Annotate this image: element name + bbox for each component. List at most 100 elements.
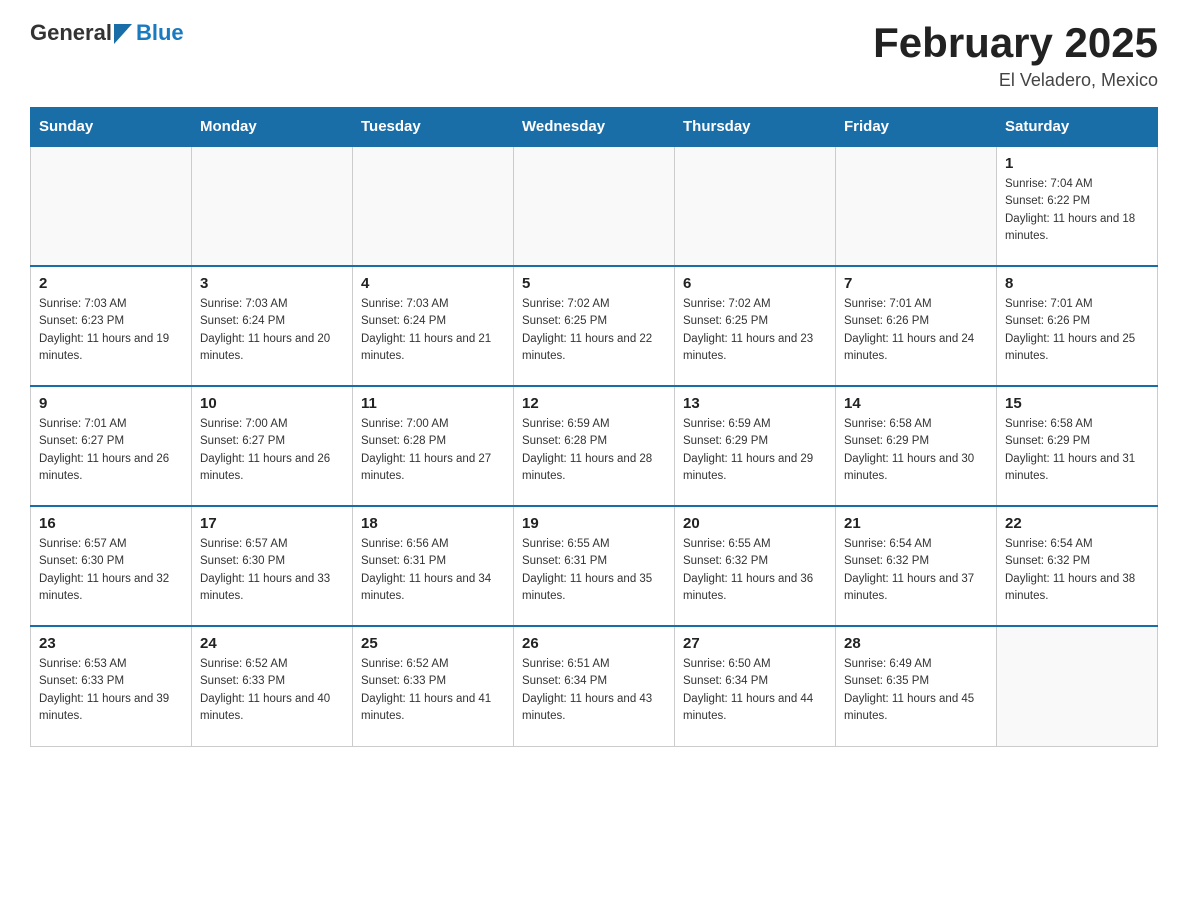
day-number: 24: [200, 635, 344, 652]
day-info: Sunrise: 7:03 AMSunset: 6:24 PMDaylight:…: [361, 296, 505, 365]
day-number: 26: [522, 635, 666, 652]
day-info: Sunrise: 7:02 AMSunset: 6:25 PMDaylight:…: [683, 296, 827, 365]
col-wednesday: Wednesday: [514, 108, 675, 147]
calendar-week-1: 1 Sunrise: 7:04 AMSunset: 6:22 PMDayligh…: [31, 146, 1158, 266]
calendar-cell: [514, 146, 675, 266]
calendar-cell: 23 Sunrise: 6:53 AMSunset: 6:33 PMDaylig…: [31, 626, 192, 746]
day-number: 8: [1005, 275, 1149, 292]
day-info: Sunrise: 7:01 AMSunset: 6:26 PMDaylight:…: [1005, 296, 1149, 365]
day-info: Sunrise: 7:00 AMSunset: 6:28 PMDaylight:…: [361, 416, 505, 485]
calendar-cell: 16 Sunrise: 6:57 AMSunset: 6:30 PMDaylig…: [31, 506, 192, 626]
calendar-cell: 26 Sunrise: 6:51 AMSunset: 6:34 PMDaylig…: [514, 626, 675, 746]
logo-general: General: [30, 20, 112, 46]
day-info: Sunrise: 6:49 AMSunset: 6:35 PMDaylight:…: [844, 656, 988, 725]
day-number: 5: [522, 275, 666, 292]
day-number: 11: [361, 395, 505, 412]
calendar-cell: 6 Sunrise: 7:02 AMSunset: 6:25 PMDayligh…: [675, 266, 836, 386]
day-number: 20: [683, 515, 827, 532]
calendar-cell: 2 Sunrise: 7:03 AMSunset: 6:23 PMDayligh…: [31, 266, 192, 386]
calendar-cell: 28 Sunrise: 6:49 AMSunset: 6:35 PMDaylig…: [836, 626, 997, 746]
day-info: Sunrise: 6:50 AMSunset: 6:34 PMDaylight:…: [683, 656, 827, 725]
calendar-cell: 10 Sunrise: 7:00 AMSunset: 6:27 PMDaylig…: [192, 386, 353, 506]
calendar-cell: 21 Sunrise: 6:54 AMSunset: 6:32 PMDaylig…: [836, 506, 997, 626]
calendar-cell: 7 Sunrise: 7:01 AMSunset: 6:26 PMDayligh…: [836, 266, 997, 386]
day-number: 6: [683, 275, 827, 292]
day-number: 25: [361, 635, 505, 652]
location: El Veladero, Mexico: [873, 70, 1158, 91]
day-info: Sunrise: 7:03 AMSunset: 6:24 PMDaylight:…: [200, 296, 344, 365]
day-info: Sunrise: 6:53 AMSunset: 6:33 PMDaylight:…: [39, 656, 183, 725]
calendar-cell: 3 Sunrise: 7:03 AMSunset: 6:24 PMDayligh…: [192, 266, 353, 386]
col-saturday: Saturday: [997, 108, 1158, 147]
day-number: 2: [39, 275, 183, 292]
calendar-header-row: Sunday Monday Tuesday Wednesday Thursday…: [31, 108, 1158, 147]
calendar-cell: [675, 146, 836, 266]
logo-blue: Blue: [136, 20, 184, 45]
day-number: 3: [200, 275, 344, 292]
day-number: 19: [522, 515, 666, 532]
calendar-cell: 5 Sunrise: 7:02 AMSunset: 6:25 PMDayligh…: [514, 266, 675, 386]
day-number: 12: [522, 395, 666, 412]
day-info: Sunrise: 6:56 AMSunset: 6:31 PMDaylight:…: [361, 536, 505, 605]
calendar-cell: 19 Sunrise: 6:55 AMSunset: 6:31 PMDaylig…: [514, 506, 675, 626]
day-number: 9: [39, 395, 183, 412]
calendar-cell: 13 Sunrise: 6:59 AMSunset: 6:29 PMDaylig…: [675, 386, 836, 506]
calendar-cell: 17 Sunrise: 6:57 AMSunset: 6:30 PMDaylig…: [192, 506, 353, 626]
page-header: General Blue February 2025 El Veladero, …: [30, 20, 1158, 91]
day-info: Sunrise: 7:00 AMSunset: 6:27 PMDaylight:…: [200, 416, 344, 485]
calendar-cell: [31, 146, 192, 266]
day-info: Sunrise: 6:55 AMSunset: 6:32 PMDaylight:…: [683, 536, 827, 605]
day-info: Sunrise: 6:54 AMSunset: 6:32 PMDaylight:…: [1005, 536, 1149, 605]
day-number: 23: [39, 635, 183, 652]
calendar-cell: 24 Sunrise: 6:52 AMSunset: 6:33 PMDaylig…: [192, 626, 353, 746]
day-number: 21: [844, 515, 988, 532]
day-number: 15: [1005, 395, 1149, 412]
day-number: 14: [844, 395, 988, 412]
calendar-cell: 14 Sunrise: 6:58 AMSunset: 6:29 PMDaylig…: [836, 386, 997, 506]
calendar-week-3: 9 Sunrise: 7:01 AMSunset: 6:27 PMDayligh…: [31, 386, 1158, 506]
day-number: 10: [200, 395, 344, 412]
calendar-cell: 1 Sunrise: 7:04 AMSunset: 6:22 PMDayligh…: [997, 146, 1158, 266]
day-number: 7: [844, 275, 988, 292]
day-info: Sunrise: 6:55 AMSunset: 6:31 PMDaylight:…: [522, 536, 666, 605]
calendar-cell: 8 Sunrise: 7:01 AMSunset: 6:26 PMDayligh…: [997, 266, 1158, 386]
calendar-cell: 12 Sunrise: 6:59 AMSunset: 6:28 PMDaylig…: [514, 386, 675, 506]
month-title: February 2025: [873, 20, 1158, 66]
day-number: 4: [361, 275, 505, 292]
day-info: Sunrise: 6:52 AMSunset: 6:33 PMDaylight:…: [200, 656, 344, 725]
day-number: 22: [1005, 515, 1149, 532]
col-sunday: Sunday: [31, 108, 192, 147]
calendar-week-5: 23 Sunrise: 6:53 AMSunset: 6:33 PMDaylig…: [31, 626, 1158, 746]
day-number: 27: [683, 635, 827, 652]
calendar-table: Sunday Monday Tuesday Wednesday Thursday…: [30, 107, 1158, 747]
calendar-cell: 27 Sunrise: 6:50 AMSunset: 6:34 PMDaylig…: [675, 626, 836, 746]
day-info: Sunrise: 6:51 AMSunset: 6:34 PMDaylight:…: [522, 656, 666, 725]
calendar-cell: 20 Sunrise: 6:55 AMSunset: 6:32 PMDaylig…: [675, 506, 836, 626]
col-friday: Friday: [836, 108, 997, 147]
calendar-cell: [997, 626, 1158, 746]
col-thursday: Thursday: [675, 108, 836, 147]
calendar-cell: 18 Sunrise: 6:56 AMSunset: 6:31 PMDaylig…: [353, 506, 514, 626]
calendar-cell: [353, 146, 514, 266]
calendar-cell: 25 Sunrise: 6:52 AMSunset: 6:33 PMDaylig…: [353, 626, 514, 746]
day-number: 13: [683, 395, 827, 412]
day-number: 1: [1005, 155, 1149, 172]
calendar-cell: [836, 146, 997, 266]
calendar-cell: [192, 146, 353, 266]
day-info: Sunrise: 6:57 AMSunset: 6:30 PMDaylight:…: [200, 536, 344, 605]
calendar-cell: 4 Sunrise: 7:03 AMSunset: 6:24 PMDayligh…: [353, 266, 514, 386]
calendar-cell: 11 Sunrise: 7:00 AMSunset: 6:28 PMDaylig…: [353, 386, 514, 506]
day-info: Sunrise: 6:59 AMSunset: 6:28 PMDaylight:…: [522, 416, 666, 485]
day-info: Sunrise: 7:03 AMSunset: 6:23 PMDaylight:…: [39, 296, 183, 365]
day-info: Sunrise: 7:01 AMSunset: 6:27 PMDaylight:…: [39, 416, 183, 485]
calendar-cell: 15 Sunrise: 6:58 AMSunset: 6:29 PMDaylig…: [997, 386, 1158, 506]
logo-triangle-icon: [114, 24, 132, 44]
calendar-week-4: 16 Sunrise: 6:57 AMSunset: 6:30 PMDaylig…: [31, 506, 1158, 626]
day-info: Sunrise: 6:54 AMSunset: 6:32 PMDaylight:…: [844, 536, 988, 605]
day-number: 28: [844, 635, 988, 652]
day-info: Sunrise: 7:01 AMSunset: 6:26 PMDaylight:…: [844, 296, 988, 365]
day-number: 16: [39, 515, 183, 532]
calendar-cell: 22 Sunrise: 6:54 AMSunset: 6:32 PMDaylig…: [997, 506, 1158, 626]
day-info: Sunrise: 6:58 AMSunset: 6:29 PMDaylight:…: [844, 416, 988, 485]
calendar-week-2: 2 Sunrise: 7:03 AMSunset: 6:23 PMDayligh…: [31, 266, 1158, 386]
